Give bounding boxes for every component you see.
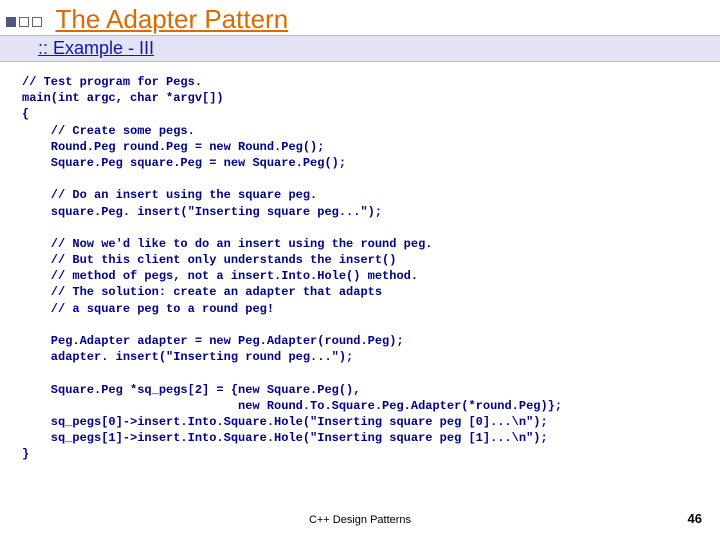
- title-bullets: [6, 14, 45, 32]
- title-bar: The Adapter Pattern: [0, 0, 720, 35]
- bullet-icon: [6, 17, 16, 27]
- footer: C++ Design Patterns 46: [0, 514, 720, 526]
- slide-subtitle: :: Example - III: [38, 38, 154, 58]
- footer-center: C++ Design Patterns: [0, 514, 720, 526]
- slide-title: The Adapter Pattern: [55, 4, 288, 35]
- page-number: 46: [688, 511, 702, 526]
- code-block: // Test program for Pegs. main(int argc,…: [22, 74, 720, 463]
- bullet-icon: [19, 17, 29, 27]
- subtitle-bar: :: Example - III: [0, 35, 720, 62]
- bullet-icon: [32, 17, 42, 27]
